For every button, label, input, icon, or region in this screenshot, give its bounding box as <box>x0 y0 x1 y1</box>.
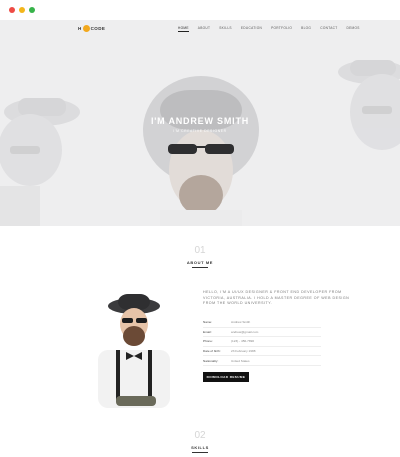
site-logo[interactable]: H CODE <box>78 25 105 32</box>
info-row-birth: Date of birth: 23 February 1988 <box>203 347 321 357</box>
about-portrait-image <box>98 294 170 408</box>
info-row-name: Name: Andrew Smith <box>203 318 321 328</box>
info-label: Name: <box>203 320 213 325</box>
minimize-window-button[interactable] <box>19 7 25 13</box>
window-titlebar <box>0 0 400 20</box>
info-row-phone: Phone: (123) - 456-7890 <box>203 337 321 347</box>
browser-window: H CODE HOME ABOUT SKILLS EDUCATION PORTF… <box>0 0 400 457</box>
hero-subtitle: I'M CREATIVE DESIGNER <box>173 129 227 133</box>
info-label: Date of birth: <box>203 349 221 354</box>
info-label: Nationality: <box>203 358 219 363</box>
menu-item-home[interactable]: HOME <box>178 26 189 32</box>
menu-item-demos[interactable]: DEMOS <box>347 26 360 32</box>
menu-item-about[interactable]: ABOUT <box>198 26 210 32</box>
logo-circle-icon <box>82 25 90 32</box>
hero-section: H CODE HOME ABOUT SKILLS EDUCATION PORTF… <box>0 20 400 226</box>
info-value[interactable]: andrew@gmail.com <box>231 330 258 334</box>
info-value: (123) - 456-7890 <box>231 339 255 344</box>
menu-item-portfolio[interactable]: PORTFOLIO <box>271 26 292 32</box>
hero-title: I'M ANDREW SMITH <box>150 116 250 126</box>
info-value: United States <box>231 358 250 363</box>
close-window-button[interactable] <box>9 7 15 13</box>
menu-item-skills[interactable]: SKILLS <box>219 26 232 32</box>
about-title-underline <box>192 267 208 268</box>
menu-item-education[interactable]: EDUCATION <box>241 26 262 32</box>
skills-title-underline <box>192 452 208 453</box>
menu-item-blog[interactable]: BLOG <box>301 26 311 32</box>
info-label: Phone: <box>203 339 213 344</box>
menu-item-contact[interactable]: CONTACT <box>320 26 337 32</box>
personal-info-table: Name: Andrew Smith Email: andrew@gmail.c… <box>203 318 321 366</box>
navbar: H CODE HOME ABOUT SKILLS EDUCATION PORTF… <box>0 20 400 36</box>
info-row-nationality: Nationality: United States <box>203 356 321 366</box>
main-menu: HOME ABOUT SKILLS EDUCATION PORTFOLIO BL… <box>178 26 369 32</box>
logo-text-suffix: CODE <box>90 26 106 31</box>
info-value: 23 February 1988 <box>231 349 256 354</box>
logo-text-prefix: H <box>78 26 82 31</box>
about-section-number: 01 <box>194 245 206 256</box>
skills-section-title: SKILLS <box>191 445 209 450</box>
skills-section-number: 02 <box>194 430 206 441</box>
info-value: Andrew Smith <box>231 320 251 325</box>
download-resume-button[interactable]: DOWNLOAD RESUME <box>203 372 249 382</box>
about-section-title: ABOUT ME <box>186 260 214 265</box>
info-label: Email: <box>203 329 212 334</box>
maximize-window-button[interactable] <box>29 7 35 13</box>
info-row-email: Email: andrew@gmail.com <box>203 328 321 338</box>
about-description: HELLO, I'M A UI/UX DESIGNER & FRONT END … <box>203 290 350 306</box>
